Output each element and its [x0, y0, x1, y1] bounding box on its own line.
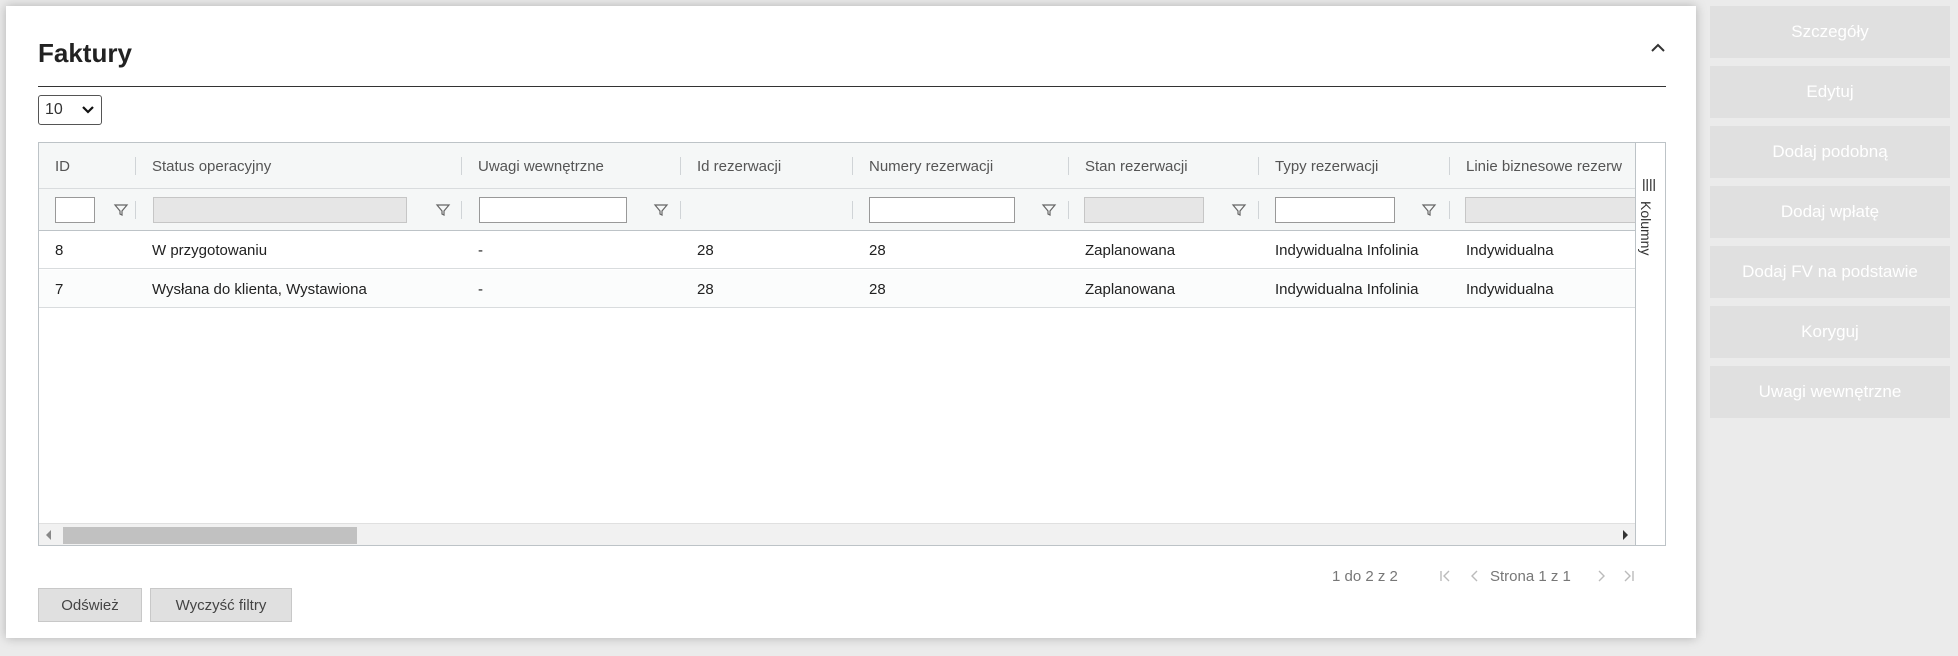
filter-input-reservation-types[interactable] — [1275, 197, 1395, 223]
panel-title: Faktury — [38, 38, 132, 68]
cell-internal-notes: - — [478, 241, 483, 259]
page-size-select[interactable]: 10 — [38, 95, 102, 125]
cell-business-lines: Indywidualna — [1466, 241, 1554, 259]
filter-row — [39, 189, 1635, 231]
columns-panel-label: Kolumny — [1638, 201, 1654, 256]
cell-reservation-id: 28 — [697, 280, 714, 298]
column-header-reservation-types[interactable]: Typy rezerwacji — [1259, 143, 1449, 189]
cell-reservation-id: 28 — [697, 241, 714, 259]
filter-icon[interactable] — [113, 202, 129, 218]
cell-reservation-types: Indywidualna Infolinia — [1275, 280, 1419, 298]
cell-reservation-state: Zaplanowana — [1085, 241, 1176, 259]
clear-filters-button[interactable]: Wyczyść filtry — [150, 588, 292, 622]
cell-reservation-numbers: 28 — [869, 280, 886, 298]
cell-reservation-types: Indywidualna Infolinia — [1275, 241, 1419, 259]
scroll-left-icon[interactable] — [45, 529, 53, 541]
column-header-business-lines[interactable]: Linie biznesowe rezerw — [1450, 143, 1635, 189]
title-divider — [38, 86, 1666, 87]
cell-id: 8 — [55, 241, 64, 259]
cell-business-lines: Indywidualna — [1466, 280, 1554, 298]
add-payment-button[interactable]: Dodaj wpłatę — [1710, 186, 1950, 238]
cell-internal-notes: - — [478, 280, 483, 298]
pager-summary: 1 do 2 z 2 — [1332, 568, 1398, 585]
internal-notes-button[interactable]: Uwagi wewnętrzne — [1710, 366, 1950, 418]
table-row[interactable]: 7 Wysłana do klienta, Wystawiona - 28 28… — [39, 270, 1635, 308]
grid-header: ID Status operacyjny Uwagi wewnętrzne Id… — [39, 143, 1635, 189]
filter-input-business-lines — [1465, 197, 1635, 223]
column-header-reservation-id[interactable]: Id rezerwacji — [681, 143, 852, 189]
last-page-icon[interactable] — [1622, 569, 1636, 583]
refresh-button[interactable]: Odśwież — [38, 588, 142, 622]
scroll-right-icon[interactable] — [1621, 529, 1629, 541]
edit-button[interactable]: Edytuj — [1710, 66, 1950, 118]
chevron-down-icon — [81, 102, 95, 121]
previous-page-icon[interactable] — [1468, 569, 1482, 583]
filter-input-status — [153, 197, 407, 223]
column-header-reservation-numbers[interactable]: Numery rezerwacji — [853, 143, 1068, 189]
add-similar-button[interactable]: Dodaj podobną — [1710, 126, 1950, 178]
filter-icon[interactable] — [1421, 202, 1437, 218]
pager-page-label: Strona 1 z 1 — [1490, 568, 1571, 585]
first-page-icon[interactable] — [1438, 569, 1452, 583]
cell-reservation-state: Zaplanowana — [1085, 280, 1176, 298]
cell-reservation-numbers: 28 — [869, 241, 886, 259]
columns-side-panel[interactable]: Kolumny — [1635, 143, 1665, 545]
grid-viewport: ID Status operacyjny Uwagi wewnętrzne Id… — [39, 143, 1635, 545]
filter-input-reservation-state — [1084, 197, 1204, 223]
add-invoice-based-on-button[interactable]: Dodaj FV na podstawie — [1710, 246, 1950, 298]
table-row[interactable]: 8 W przygotowaniu - 28 28 Zaplanowana In… — [39, 231, 1635, 269]
filter-icon[interactable] — [1041, 202, 1057, 218]
filter-icon[interactable] — [653, 202, 669, 218]
cell-status: W przygotowaniu — [152, 241, 268, 259]
cell-id: 7 — [55, 280, 64, 298]
filter-input-reservation-numbers[interactable] — [869, 197, 1015, 223]
details-button[interactable]: Szczegóły — [1710, 6, 1950, 58]
columns-icon — [1643, 179, 1655, 191]
column-header-id[interactable]: ID — [39, 143, 135, 189]
column-header-reservation-state[interactable]: Stan rezerwacji — [1069, 143, 1258, 189]
horizontal-scrollbar[interactable] — [39, 523, 1635, 545]
column-header-internal-notes[interactable]: Uwagi wewnętrzne — [462, 143, 680, 189]
invoices-grid: ID Status operacyjny Uwagi wewnętrzne Id… — [38, 142, 1666, 546]
filter-icon[interactable] — [435, 202, 451, 218]
next-page-icon[interactable] — [1594, 569, 1608, 583]
column-header-status[interactable]: Status operacyjny — [136, 143, 461, 189]
scrollbar-thumb[interactable] — [63, 527, 357, 544]
cell-status: Wysłana do klienta, Wystawiona — [152, 280, 367, 298]
correct-button[interactable]: Koryguj — [1710, 306, 1950, 358]
chevron-up-icon[interactable] — [1646, 36, 1670, 60]
filter-input-internal-notes[interactable] — [479, 197, 627, 223]
filter-icon[interactable] — [1231, 202, 1247, 218]
invoices-panel: Faktury 10 ID Status operacyjny Uwagi we… — [6, 6, 1696, 638]
page-size-value: 10 — [45, 101, 63, 118]
filter-input-id[interactable] — [55, 197, 95, 223]
